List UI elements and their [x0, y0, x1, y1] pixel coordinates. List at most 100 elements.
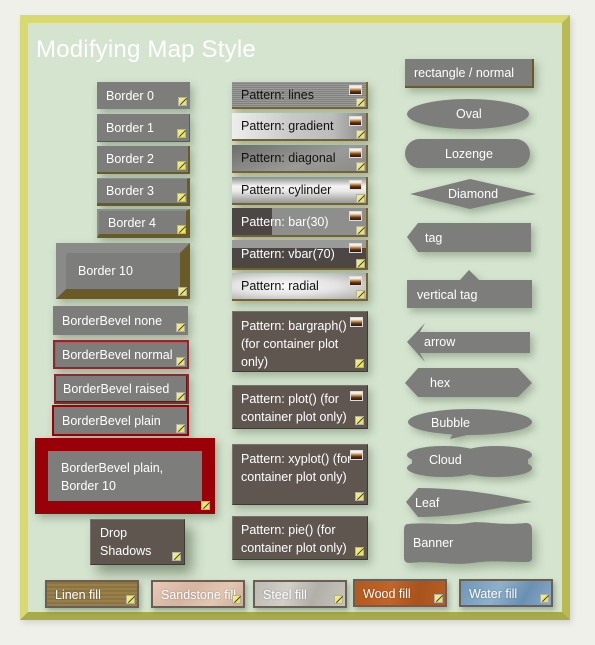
node-label: Pattern: lines — [241, 87, 314, 102]
node-pattern-lines[interactable]: Pattern: lines — [232, 82, 368, 109]
node-pattern-pie[interactable]: Pattern: pie() (for container plot only) — [232, 516, 368, 560]
fill-label: Linen fill — [55, 588, 101, 602]
shape-leaf-label-wrap: Leaf — [404, 486, 536, 520]
edit-icon[interactable] — [178, 287, 187, 296]
edit-icon[interactable] — [177, 161, 186, 170]
node-pattern-plot[interactable]: Pattern: plot() (for container plot only… — [232, 385, 368, 429]
edit-icon[interactable] — [172, 552, 181, 561]
shape-arrow-label-wrap: arrow — [406, 321, 534, 365]
node-label: Border 0 — [106, 88, 154, 103]
edit-icon[interactable] — [177, 193, 186, 202]
node-label: Pattern: vbar(70) — [241, 247, 335, 261]
image-icon — [350, 391, 363, 401]
node-pattern-bargraph[interactable]: Pattern: bargraph() (for container plot … — [232, 311, 368, 372]
edit-icon[interactable] — [201, 501, 210, 510]
edit-icon[interactable] — [176, 357, 185, 366]
edit-icon[interactable] — [356, 226, 365, 235]
shape-rectangle[interactable]: rectangle / normal — [405, 59, 534, 88]
node-bevel-raised[interactable]: BorderBevel raised — [54, 374, 189, 404]
edit-icon[interactable] — [126, 595, 135, 604]
shape-oval-label-wrap: Oval — [404, 96, 534, 132]
node-label: vertical tag — [417, 288, 478, 302]
node-bevel-plain[interactable]: BorderBevel plain — [52, 405, 189, 436]
node-label: BorderBevel normal — [62, 347, 173, 362]
node-label: Pattern: pie() (for container plot only) — [241, 523, 347, 555]
fill-wood[interactable]: Wood fill — [353, 579, 447, 607]
edit-icon[interactable] — [334, 595, 343, 604]
shape-hex-label-wrap: hex — [404, 366, 536, 400]
fill-water[interactable]: Water fill — [459, 579, 553, 607]
node-label: Lozenge — [445, 146, 493, 161]
edit-icon[interactable] — [355, 547, 364, 556]
node-pattern-gradient[interactable]: Pattern: gradient — [232, 113, 368, 141]
image-icon — [349, 180, 362, 190]
edit-icon[interactable] — [356, 259, 365, 268]
shape-cloud-label-wrap: Cloud — [404, 444, 536, 480]
edit-icon[interactable] — [232, 595, 241, 604]
node-border-4[interactable]: Border 4 — [97, 209, 190, 238]
edit-icon[interactable] — [177, 225, 186, 234]
node-border-10[interactable]: Border 10 — [56, 243, 190, 299]
node-label: Pattern: cylinder — [241, 183, 332, 197]
node-label: Leaf — [415, 496, 440, 510]
node-bevel-none[interactable]: BorderBevel none — [53, 306, 188, 335]
edit-icon[interactable] — [434, 594, 443, 603]
image-icon — [349, 116, 362, 126]
node-label: BorderBevel raised — [63, 382, 170, 396]
shape-bubble-label-wrap: Bubble — [404, 407, 536, 443]
node-drop-shadows[interactable]: Drop Shadows — [90, 519, 185, 565]
edit-icon[interactable] — [178, 97, 187, 106]
node-pattern-xyplot[interactable]: Pattern: xyplot() (for container plot on… — [232, 444, 368, 505]
node-label: BorderBevel none — [62, 313, 163, 328]
node-label: Banner — [413, 536, 454, 550]
node-label: BorderBevel plain, Border 10 — [61, 461, 164, 493]
node-label: Oval — [456, 107, 482, 121]
edit-icon[interactable] — [177, 129, 186, 138]
node-label: Pattern: xyplot() (for container plot on… — [241, 452, 352, 484]
edit-icon[interactable] — [356, 290, 365, 299]
node-label: rectangle / normal — [414, 65, 515, 80]
node-bevel-plain-border-10[interactable]: BorderBevel plain, Border 10 — [35, 438, 215, 514]
node-pattern-diagonal[interactable]: Pattern: diagonal — [232, 145, 368, 173]
edit-icon[interactable] — [356, 98, 365, 107]
shape-lozenge[interactable]: Lozenge — [405, 139, 530, 168]
node-pattern-bar[interactable]: Pattern: bar(30) — [232, 208, 368, 237]
node-label: Border 2 — [106, 152, 154, 166]
image-icon — [350, 450, 363, 460]
node-pattern-vbar[interactable]: Pattern: vbar(70) — [232, 240, 368, 270]
edit-icon[interactable] — [355, 416, 364, 425]
node-label: Pattern: bar(30) — [241, 214, 329, 229]
edit-icon[interactable] — [355, 359, 364, 368]
node-label: Pattern: diagonal — [241, 151, 336, 165]
edit-icon[interactable] — [540, 594, 549, 603]
shape-vertical-tag-label-wrap: vertical tag — [406, 267, 536, 311]
edit-icon[interactable] — [355, 492, 364, 501]
node-label: Pattern: gradient — [241, 119, 334, 133]
node-border-0[interactable]: Border 0 — [97, 82, 190, 109]
image-icon — [349, 276, 362, 286]
node-pattern-radial[interactable]: Pattern: radial — [232, 273, 368, 301]
edit-icon[interactable] — [356, 162, 365, 171]
fill-linen[interactable]: Linen fill — [45, 580, 139, 608]
edit-icon[interactable] — [356, 130, 365, 139]
node-label: Border 10 — [78, 264, 133, 278]
node-label: Drop Shadows — [100, 526, 152, 558]
node-pattern-cylinder[interactable]: Pattern: cylinder — [232, 177, 368, 205]
node-border-1[interactable]: Border 1 — [97, 114, 190, 142]
fill-steel[interactable]: Steel fill — [253, 580, 347, 608]
edit-icon[interactable] — [176, 424, 185, 433]
node-label: arrow — [424, 335, 456, 349]
node-border-2[interactable]: Border 2 — [97, 146, 190, 174]
image-icon — [349, 85, 362, 95]
edit-icon[interactable] — [176, 323, 185, 332]
image-icon — [350, 317, 363, 327]
node-label: Border 4 — [108, 215, 156, 230]
node-border-3[interactable]: Border 3 — [97, 178, 190, 206]
node-label: Border 3 — [106, 184, 154, 198]
shape-diamond-label-wrap: Diamond — [408, 178, 540, 212]
edit-icon[interactable] — [176, 392, 185, 401]
node-bevel-normal[interactable]: BorderBevel normal — [53, 340, 189, 369]
node-label: hex — [430, 376, 451, 390]
fill-sandstone[interactable]: Sandstone fill — [151, 580, 245, 608]
edit-icon[interactable] — [356, 194, 365, 203]
